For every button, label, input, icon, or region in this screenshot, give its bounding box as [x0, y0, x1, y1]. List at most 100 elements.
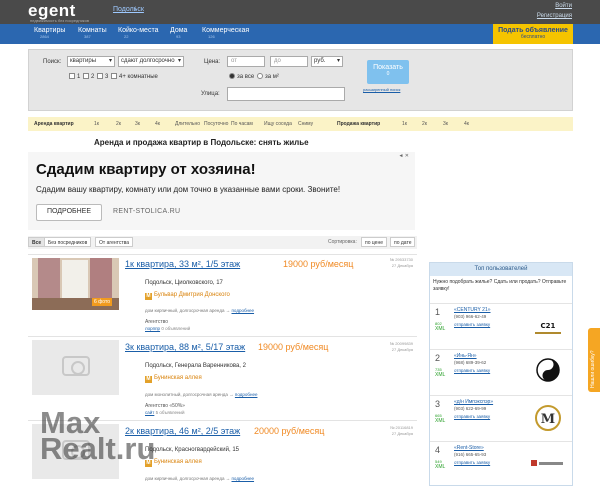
listing-details-link[interactable]: подробнее	[232, 476, 255, 481]
post-ad-button[interactable]: Подать объявление бесплатно	[493, 24, 573, 44]
price-label: Цена:	[204, 59, 221, 65]
send-request-link[interactable]: отправить заявку	[454, 322, 490, 327]
listing-type: дом кирпичный, долгосрочная аренда → под…	[145, 308, 255, 313]
photo-count-badge: 6 фото	[92, 298, 112, 306]
listing-details-link[interactable]: подробнее	[235, 392, 258, 397]
filter-rent-1k[interactable]: 1к	[94, 121, 99, 127]
listing-metro: М Бунинская аллея	[145, 375, 202, 383]
filter-sale-4k[interactable]: 4к	[464, 121, 469, 127]
price-per-m2-radio[interactable]: за м²	[257, 73, 279, 80]
listing-title[interactable]: 1к квартира, 33 м², 1/5 этаж	[125, 259, 240, 269]
filter-rent-2k[interactable]: 2к	[116, 121, 121, 127]
tab-agency[interactable]: От агентства	[95, 237, 134, 247]
top-user-item[interactable]: 2 735 XML «Инь-Ян» (968) 689-39-62 отпра…	[430, 349, 572, 395]
nav-item-beds[interactable]: Койко-места 22	[118, 27, 158, 39]
century21-logo[interactable]: C21	[528, 307, 568, 345]
filter-roommate[interactable]: Ищу соседа	[264, 121, 292, 127]
rooms-3-checkbox[interactable]: 3	[97, 73, 108, 80]
ad-domain[interactable]: RENT-STOLICA.RU	[113, 208, 180, 215]
listing-price: 19000 руб/месяц	[258, 342, 329, 352]
listing-title[interactable]: 3к квартира, 88 м², 5/17 этаж	[125, 342, 245, 352]
user-phone: (968) 689-39-62	[454, 360, 487, 365]
send-request-link[interactable]: отправить заявку	[454, 368, 490, 373]
listing-address: Подольск, Циолковского, 17	[145, 280, 223, 286]
xml-badge[interactable]: XML	[435, 464, 445, 470]
feedback-tab[interactable]: Нашли ошибку?	[588, 328, 600, 392]
price-to-input[interactable]: до	[270, 56, 308, 67]
sort-by-date-button[interactable]: по дате	[390, 237, 416, 247]
tab-no-agent[interactable]: Без посредников	[44, 237, 92, 247]
yin-yang-logo[interactable]	[528, 353, 568, 391]
nav-item-rooms[interactable]: Комнаты 387	[78, 27, 107, 39]
chevron-down-icon: ▾	[336, 58, 340, 64]
filter-sale-1k[interactable]: 1к	[402, 121, 407, 127]
metro-icon: М	[145, 293, 152, 300]
register-link[interactable]: Регистрация	[537, 13, 572, 19]
user-name-link[interactable]: «Rent-Store»	[454, 445, 484, 451]
login-link[interactable]: Войти	[555, 3, 572, 9]
filter-rent-apartments[interactable]: Аренда квартир	[34, 121, 74, 127]
filter-hourly[interactable]: По часам	[231, 121, 253, 127]
property-type-select[interactable]: квартиры ▾	[67, 56, 115, 67]
filter-sale-apartments[interactable]: Продажа квартир	[337, 121, 380, 127]
ad-more-button[interactable]: ПОДРОБНЕЕ	[36, 204, 102, 221]
price-per-all-radio[interactable]: за все	[229, 73, 254, 80]
search-label: Поиск:	[43, 59, 62, 65]
listing-meta-link[interactable]: лорппр	[145, 326, 160, 331]
listing-details-link[interactable]: подробнее	[232, 308, 255, 313]
impexper-logo[interactable]: M	[528, 399, 568, 437]
nav-item-houses[interactable]: Дома 93	[170, 27, 187, 39]
term-select[interactable]: сдают долгосрочно ▾	[118, 56, 184, 67]
top-user-item[interactable]: 3 665 XML «д/н Импэкспэр» (903) 622-69-9…	[430, 395, 572, 441]
filter-will-rent[interactable]: Сниму	[298, 121, 313, 127]
metro-icon: М	[145, 376, 152, 383]
tab-all[interactable]: Все	[28, 237, 46, 247]
rooms-1-checkbox[interactable]: 1	[69, 73, 80, 80]
filter-sale-2k[interactable]: 2к	[422, 121, 427, 127]
xml-badge[interactable]: XML	[435, 418, 445, 424]
list-tabs: Все Без посредников От агентства Сортиро…	[28, 236, 417, 249]
filter-sale-3k[interactable]: 3к	[443, 121, 448, 127]
nav-item-commercial[interactable]: Коммерческая 126	[202, 27, 249, 39]
logo-tagline: недвижимость без посредников	[30, 18, 89, 23]
extended-search-link[interactable]: расширенный поиск	[363, 87, 400, 92]
filter-rent-4k[interactable]: 4к	[155, 121, 160, 127]
rooms-4plus-checkbox[interactable]: 4+ комнатные	[111, 73, 158, 80]
listing-photo[interactable]: 6 фото	[32, 258, 119, 310]
currency-select[interactable]: руб. ▾	[311, 56, 343, 67]
rent-store-logo[interactable]	[528, 445, 568, 483]
show-results-button[interactable]: Показать 0	[367, 60, 409, 84]
street-input[interactable]	[227, 87, 345, 101]
xml-badge[interactable]: XML	[435, 372, 445, 378]
sort-by-price-button[interactable]: по цене	[361, 237, 388, 247]
ad-close-icon[interactable]: ◄ ✕	[398, 153, 409, 159]
rooms-2-checkbox[interactable]: 2	[83, 73, 94, 80]
listing-date: 27 Декабря	[391, 347, 413, 352]
filter-daily[interactable]: Посуточно	[204, 121, 228, 127]
top-user-item[interactable]: 4 549 XML «Rent-Store» (916) 665-65-93 о…	[430, 441, 572, 487]
ad-banner[interactable]: ◄ ✕ Сдадим квартиру от хозяина! Сдадим в…	[28, 152, 415, 230]
listing-date: 27 Декабря	[391, 431, 413, 436]
send-request-link[interactable]: отправить заявку	[454, 460, 490, 465]
user-name-link[interactable]: «д/н Импэкспэр»	[454, 399, 493, 405]
send-request-link[interactable]: отправить заявку	[454, 414, 490, 419]
user-phone: (916) 665-65-93	[454, 452, 487, 457]
city-caret-icon[interactable]: ↓	[134, 5, 138, 12]
listing-price: 19000 руб/месяц	[283, 259, 354, 269]
user-name-link[interactable]: «CENTURY 21»	[454, 307, 491, 313]
nav-item-apartments[interactable]: Квартиры 2864	[34, 27, 65, 39]
user-rank: 1	[435, 307, 441, 317]
list-item: 6 фото 1к квартира, 33 м², 1/5 этаж 1900…	[28, 254, 417, 334]
city-selector[interactable]: Подольск	[113, 6, 144, 13]
listing-photo-placeholder[interactable]	[32, 340, 119, 395]
top-users-title[interactable]: Топ пользователей	[430, 263, 572, 276]
xml-badge[interactable]: XML	[435, 326, 445, 332]
ad-title[interactable]: Сдадим квартиру от хозяина!	[36, 161, 256, 178]
price-from-input[interactable]: от	[227, 56, 265, 67]
listing-number: № 20099839	[389, 341, 413, 346]
user-rank: 4	[435, 445, 441, 455]
user-name-link[interactable]: «Инь-Ян»	[454, 353, 477, 359]
filter-rent-3k[interactable]: 3к	[135, 121, 140, 127]
filter-long-term[interactable]: Длительно	[175, 121, 200, 127]
top-user-item[interactable]: 1 802 XML «CENTURY 21» (903) 966-62-49 о…	[430, 303, 572, 349]
